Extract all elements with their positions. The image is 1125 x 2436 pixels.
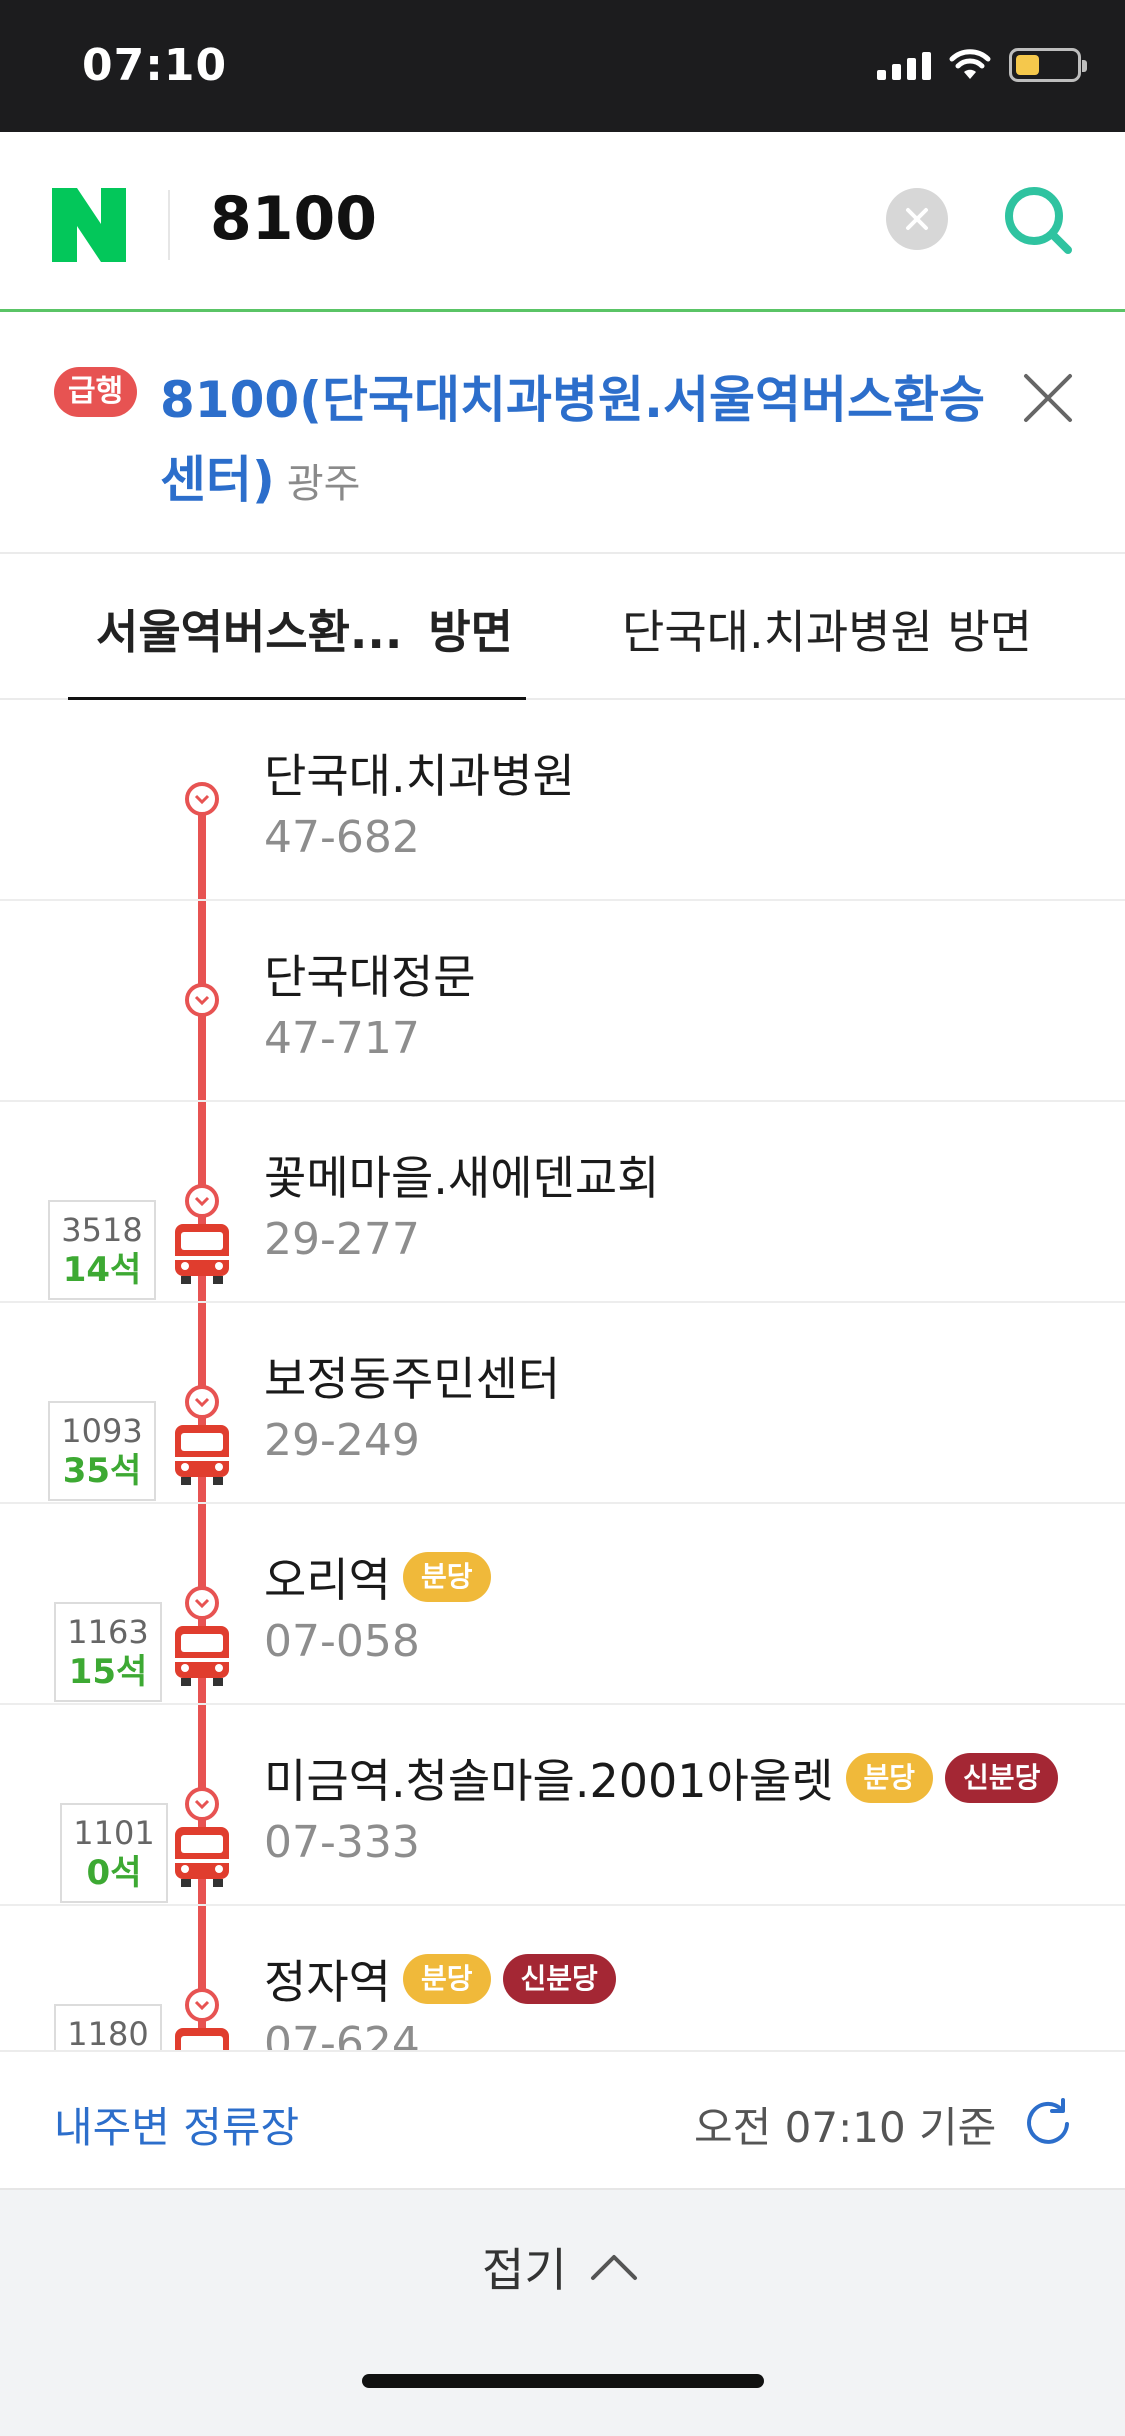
stop-name: 오리역 분당 bbox=[264, 1544, 491, 1610]
bottom-bar: 내주변 정류장 오전 07:10 기준 bbox=[0, 2050, 1125, 2188]
bus-info-box[interactable]: 1163 15석 bbox=[54, 1602, 162, 1702]
search-bar: 8100 bbox=[0, 132, 1125, 312]
bus-icon bbox=[175, 1425, 229, 1485]
home-indicator[interactable] bbox=[362, 2374, 764, 2388]
stop-id: 07-333 bbox=[264, 1817, 420, 1868]
status-icons bbox=[877, 48, 1087, 82]
close-route-button[interactable] bbox=[1018, 368, 1078, 428]
chevron-up-icon bbox=[590, 2255, 637, 2280]
stop-marker-icon bbox=[185, 1988, 219, 2022]
stop-row[interactable]: 단국대.치과병원 47-682 bbox=[0, 700, 1125, 901]
battery-icon bbox=[1009, 48, 1087, 82]
bus-number: 1101 bbox=[73, 1814, 155, 1852]
stop-row[interactable]: 미금역.청솔마을.2001아울렛 분당 신분당 07-333 1101 0석 bbox=[0, 1705, 1125, 1906]
stop-name: 단국대.치과병원 bbox=[264, 749, 575, 803]
tab-label-main: 서울역버스환... bbox=[96, 605, 403, 659]
bus-icon bbox=[175, 2028, 229, 2050]
line-tag-sinbundang: 신분당 bbox=[945, 1753, 1059, 1803]
bus-icon bbox=[175, 1224, 229, 1284]
fold-bar: 접기 bbox=[0, 2188, 1125, 2336]
stop-row[interactable]: 정자역 분당 신분당 07-624 1180 bbox=[0, 1906, 1125, 2050]
bus-icon bbox=[175, 1827, 229, 1887]
bus-seats: 15석 bbox=[68, 1652, 148, 1692]
search-input[interactable]: 8100 bbox=[210, 184, 377, 254]
tab-direction-seoul-station[interactable]: 서울역버스환... 방면 bbox=[96, 596, 513, 662]
fold-button[interactable]: 접기 bbox=[482, 2234, 639, 2300]
stop-marker-icon bbox=[185, 1586, 219, 1620]
bus-info-box[interactable]: 3518 14석 bbox=[48, 1200, 156, 1300]
stop-id: 07-058 bbox=[264, 1616, 420, 1667]
tab-label-suffix: 방면 bbox=[428, 605, 513, 659]
tab-direction-dankook[interactable]: 단국대.치과병원 방면 bbox=[622, 596, 1032, 662]
stop-name: 단국대정문 bbox=[264, 950, 476, 1004]
stop-id: 29-249 bbox=[264, 1415, 420, 1466]
stop-id: 29-277 bbox=[264, 1214, 420, 1265]
stop-marker-icon bbox=[185, 1184, 219, 1218]
stop-name: 정자역 분당 신분당 bbox=[264, 1946, 616, 2012]
fold-label: 접기 bbox=[482, 2243, 567, 2297]
express-badge: 급행 bbox=[54, 367, 138, 417]
line-tag-bundang: 분당 bbox=[402, 1552, 491, 1602]
stop-list: 단국대.치과병원 47-682 단국대정문 47-717 꽃메마을.새에덴교회 … bbox=[0, 700, 1125, 2050]
route-region: 광주 bbox=[286, 461, 361, 507]
bus-seats: 0석 bbox=[86, 1853, 142, 1893]
stop-marker-icon bbox=[185, 1385, 219, 1419]
status-bar: 07:10 bbox=[0, 0, 1125, 132]
bus-number: 1180 bbox=[67, 2015, 149, 2050]
wifi-icon bbox=[949, 49, 991, 79]
naver-logo-icon[interactable] bbox=[52, 188, 126, 262]
stop-name: 보정동주민센터 bbox=[264, 1352, 561, 1406]
line-tag-bundang: 분당 bbox=[845, 1753, 934, 1803]
stop-marker-icon bbox=[185, 1787, 219, 1821]
bus-seats: 35석 bbox=[62, 1451, 142, 1491]
bus-icon bbox=[175, 1626, 229, 1686]
stop-marker-icon bbox=[185, 782, 219, 816]
route-title[interactable]: 8100(단국대치과병원.서울역버스환승센터) 광주 bbox=[160, 360, 990, 524]
stop-row[interactable]: 오리역 분당 07-058 1163 15석 bbox=[0, 1504, 1125, 1705]
search-icon[interactable] bbox=[1000, 182, 1076, 258]
stop-id: 47-682 bbox=[264, 812, 420, 863]
line-tag-sinbundang: 신분당 bbox=[502, 1954, 616, 2004]
bus-number: 1093 bbox=[61, 1412, 143, 1450]
stop-row[interactable]: 꽃메마을.새에덴교회 29-277 3518 14석 bbox=[0, 1102, 1125, 1303]
stop-row[interactable]: 보정동주민센터 29-249 1093 35석 bbox=[0, 1303, 1125, 1504]
route-header: 급행 8100(단국대치과병원.서울역버스환승센터) 광주 bbox=[0, 312, 1125, 554]
bus-number: 1163 bbox=[67, 1613, 149, 1651]
stop-marker-icon bbox=[185, 983, 219, 1017]
bus-info-box[interactable]: 1093 35석 bbox=[48, 1401, 156, 1501]
stop-name: 꽃메마을.새에덴교회 bbox=[264, 1151, 660, 1205]
cellular-signal-icon bbox=[877, 50, 931, 80]
bus-info-box[interactable]: 1180 bbox=[54, 2004, 162, 2050]
direction-tabs: 서울역버스환... 방면 단국대.치과병원 방면 bbox=[0, 554, 1125, 700]
bus-number: 3518 bbox=[61, 1211, 143, 1249]
stop-id: 47-717 bbox=[264, 1013, 420, 1064]
stop-name: 미금역.청솔마을.2001아울렛 분당 신분당 bbox=[264, 1745, 1059, 1811]
bus-seats: 14석 bbox=[62, 1250, 142, 1290]
home-area bbox=[0, 2336, 1125, 2436]
stop-id: 07-624 bbox=[264, 2018, 420, 2050]
status-time: 07:10 bbox=[82, 40, 228, 91]
line-tag-bundang: 분당 bbox=[402, 1954, 491, 2004]
time-basis: 오전 07:10 기준 bbox=[694, 2103, 997, 2152]
refresh-icon[interactable] bbox=[1022, 2096, 1074, 2148]
search-divider bbox=[168, 190, 170, 260]
nearby-stops-link[interactable]: 내주변 정류장 bbox=[54, 2094, 299, 2155]
clear-search-button[interactable] bbox=[886, 188, 948, 250]
close-icon bbox=[906, 208, 928, 230]
stop-row[interactable]: 단국대정문 47-717 bbox=[0, 901, 1125, 1102]
bus-info-box[interactable]: 1101 0석 bbox=[60, 1803, 168, 1903]
route-title-text: 8100(단국대치과병원.서울역버스환승센터) bbox=[160, 371, 986, 509]
